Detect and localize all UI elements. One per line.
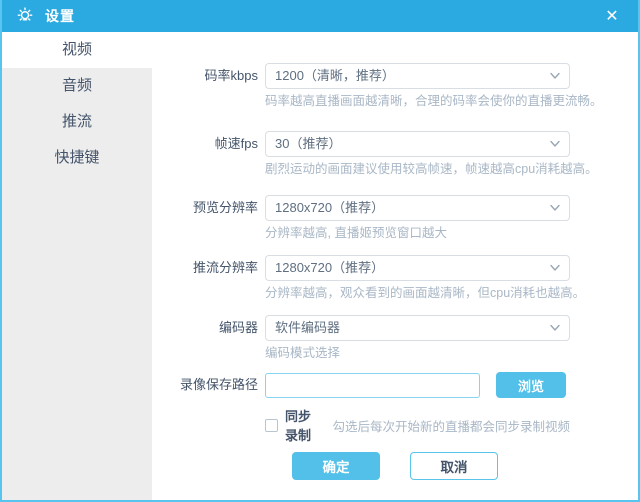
sidebar: 视频 音频 推流 快捷键 xyxy=(2,32,152,500)
preview-resolution-value: 1280x720（推荐） xyxy=(275,200,385,215)
fps-row: 帧速fps 30（推荐） 剧烈运动的画面建议使用较高帧速，帧速越高cpu消耗越高… xyxy=(152,131,638,177)
sync-record-label: 同步录制 xyxy=(285,409,312,443)
stream-resolution-value: 1280x720（推荐） xyxy=(275,260,385,275)
record-path-input[interactable] xyxy=(265,372,480,398)
chevron-down-icon xyxy=(550,72,560,80)
bitrate-value: 1200（清晰，推荐） xyxy=(275,68,395,83)
fps-label: 帧速fps xyxy=(214,136,258,151)
stream-resolution-row: 推流分辨率 1280x720（推荐） 分辨率越高，观众看到的画面越清晰，但cpu… xyxy=(152,255,638,301)
bitrate-hint: 码率越高直播画面越清晰，合理的码率会使你的直播更流畅。 xyxy=(265,94,603,108)
ok-button[interactable]: 确定 xyxy=(292,452,380,480)
fps-select[interactable]: 30（推荐） xyxy=(265,131,570,157)
settings-form: 码率kbps 1200（清晰，推荐） 码率越高直播画面越清晰，合理的码率会使你的… xyxy=(152,32,638,500)
settings-window: 设置 ✕ 视频 音频 推流 快捷键 码率kbps 1200（清晰，推荐） 码率越… xyxy=(0,0,640,502)
record-path-row: 录像保存路径 浏览 同步录制 勾选后每次开始新的直播都会同步录制视频 xyxy=(152,372,638,444)
close-icon[interactable]: ✕ xyxy=(598,2,626,30)
browse-button[interactable]: 浏览 xyxy=(496,372,566,398)
sidebar-item-stream[interactable]: 推流 xyxy=(2,104,152,140)
encoder-hint: 编码模式选择 xyxy=(265,346,341,360)
record-path-label: 录像保存路径 xyxy=(179,377,258,392)
stream-resolution-select[interactable]: 1280x720（推荐） xyxy=(265,255,570,281)
bitrate-select[interactable]: 1200（清晰，推荐） xyxy=(265,63,570,89)
preview-resolution-row: 预览分辨率 1280x720（推荐） 分辨率越高, 直播姬预览窗口越大 xyxy=(152,195,638,241)
encoder-value: 软件编码器 xyxy=(275,320,341,335)
preview-resolution-select[interactable]: 1280x720（推荐） xyxy=(265,195,570,221)
encoder-label: 编码器 xyxy=(218,320,258,335)
footer: 确定 取消 xyxy=(152,452,638,480)
sidebar-item-video[interactable]: 视频 xyxy=(2,32,152,68)
encoder-row: 编码器 软件编码器 编码模式选择 xyxy=(152,315,638,361)
fps-value: 30（推荐） xyxy=(275,136,342,151)
preview-resolution-label: 预览分辨率 xyxy=(192,200,258,215)
fps-hint: 剧烈运动的画面建议使用较高帧速，帧速越高cpu消耗越高。 xyxy=(265,162,598,176)
chevron-down-icon xyxy=(550,264,560,272)
titlebar: 设置 ✕ xyxy=(2,0,638,32)
chevron-down-icon xyxy=(550,324,560,332)
chevron-down-icon xyxy=(550,204,560,212)
preview-resolution-hint: 分辨率越高, 直播姬预览窗口越大 xyxy=(265,226,447,240)
sidebar-item-hotkeys[interactable]: 快捷键 xyxy=(2,140,152,176)
window-title: 设置 xyxy=(45,8,75,24)
bitrate-label: 码率kbps xyxy=(204,68,258,83)
lightbulb-icon xyxy=(14,5,36,27)
sidebar-item-audio[interactable]: 音频 xyxy=(2,68,152,104)
stream-resolution-label: 推流分辨率 xyxy=(192,260,258,275)
stream-resolution-hint: 分辨率越高，观众看到的画面越清晰，但cpu消耗也越高。 xyxy=(265,286,586,300)
cancel-button[interactable]: 取消 xyxy=(410,452,498,480)
chevron-down-icon xyxy=(550,140,560,148)
sync-record-hint: 勾选后每次开始新的直播都会同步录制视频 xyxy=(332,419,570,434)
sync-record-row: 同步录制 勾选后每次开始新的直播都会同步录制视频 xyxy=(265,406,570,444)
sync-record-checkbox[interactable] xyxy=(265,418,278,432)
encoder-select[interactable]: 软件编码器 xyxy=(265,315,570,341)
bitrate-row: 码率kbps 1200（清晰，推荐） 码率越高直播画面越清晰，合理的码率会使你的… xyxy=(152,63,638,109)
